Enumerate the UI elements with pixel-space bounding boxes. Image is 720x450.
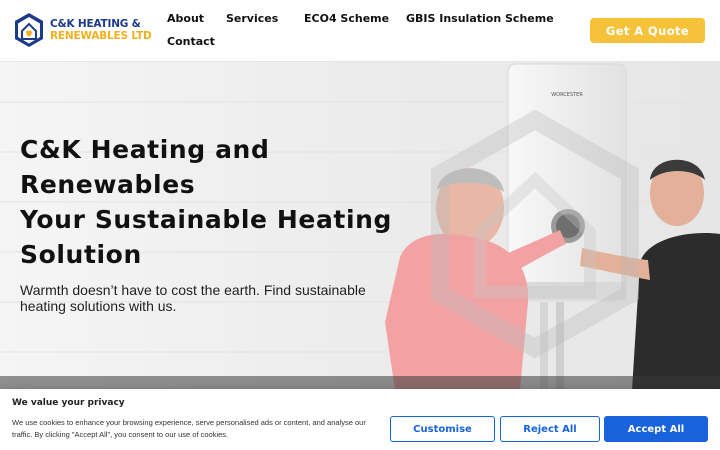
hero-heading-line: Your Sustainable Heating bbox=[20, 205, 393, 234]
hero-heading: C&K Heating and Renewables Your Sustaina… bbox=[20, 132, 410, 272]
cookie-accept-all-button[interactable]: Accept All bbox=[604, 416, 708, 442]
nav-eco4-scheme[interactable]: ECO4 Scheme bbox=[304, 12, 389, 25]
cookie-reject-all-button[interactable]: Reject All bbox=[500, 416, 600, 442]
cookie-banner-text: We use cookies to enhance your browsing … bbox=[12, 418, 366, 439]
nav-gbis-insulation-scheme[interactable]: GBIS Insulation Scheme bbox=[406, 12, 554, 25]
hero-section: WORCESTER C&K Heating and Renewables You… bbox=[0, 62, 720, 390]
brand-name-line2: RENEWABLES LTD bbox=[50, 30, 152, 42]
brand-logo[interactable]: C&K HEATING & RENEWABLES LTD bbox=[13, 12, 153, 50]
nav-contact[interactable]: Contact bbox=[167, 35, 215, 48]
hero-subtitle: Warmth doesn’t have to cost the earth. F… bbox=[20, 282, 366, 314]
hero-heading-line: Renewables bbox=[20, 170, 196, 199]
site-header: C&K HEATING & RENEWABLES LTD About Servi… bbox=[0, 0, 720, 62]
hero-heading-line: Solution bbox=[20, 240, 142, 269]
cookie-consent-banner: We value your privacy We use cookies to … bbox=[0, 389, 720, 450]
hero-heading-line: C&K Heating and bbox=[20, 135, 270, 164]
cookie-customise-button[interactable]: Customise bbox=[390, 416, 495, 442]
nav-about[interactable]: About bbox=[167, 12, 204, 25]
boiler-brand-label: WORCESTER bbox=[551, 92, 583, 98]
get-a-quote-button[interactable]: Get A Quote bbox=[590, 18, 705, 43]
house-logo-icon bbox=[15, 13, 43, 47]
cookie-banner-title: We value your privacy bbox=[12, 398, 125, 408]
nav-services[interactable]: Services bbox=[226, 12, 278, 25]
brand-name-line1: C&K HEATING & bbox=[50, 18, 141, 30]
